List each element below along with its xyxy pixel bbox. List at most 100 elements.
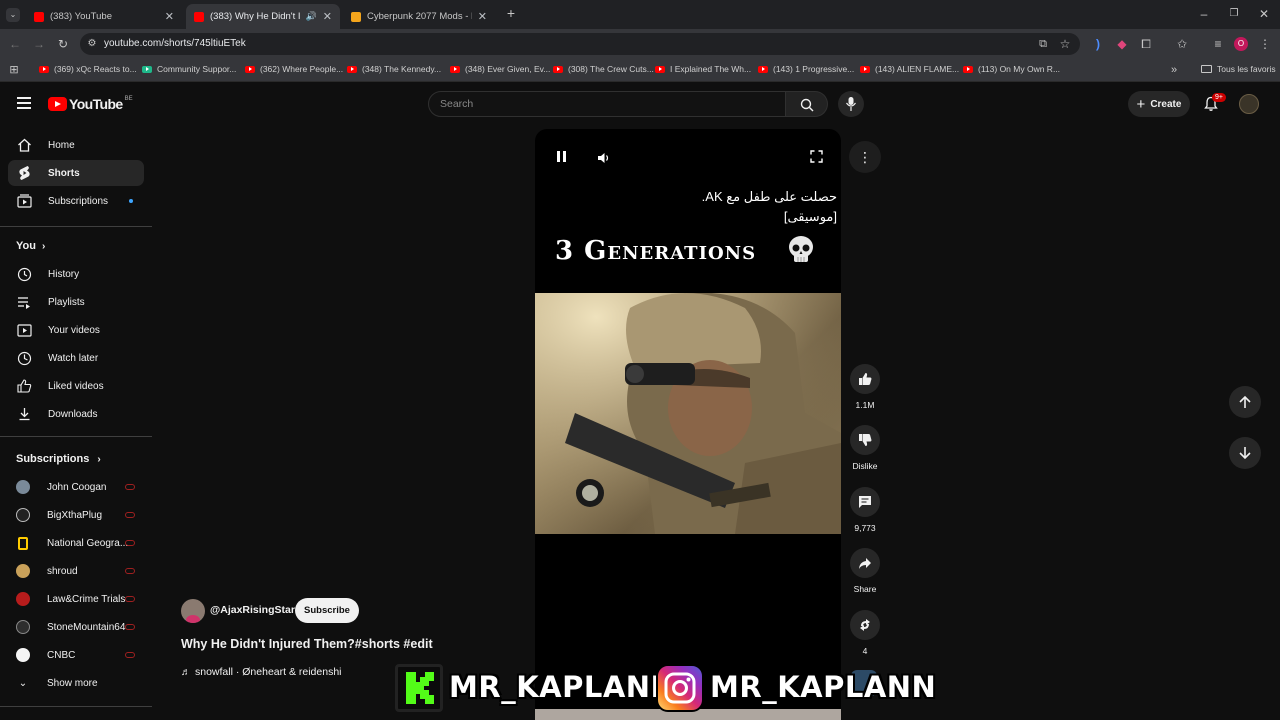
comments-button[interactable]: 9,773 <box>849 487 881 533</box>
youtube-logo[interactable]: YouTube BE <box>48 96 133 112</box>
home-icon <box>16 137 32 153</box>
url-text[interactable]: youtube.com/shorts/745ltiuETek <box>104 38 246 49</box>
bookmark-item[interactable]: (143) 1 Progressive... <box>758 64 854 74</box>
sidebar-item-downloads[interactable]: Downloads <box>8 401 144 427</box>
dislike-button[interactable]: Dislike <box>849 425 881 471</box>
thumbs-up-icon <box>850 364 880 394</box>
chevron-down-icon: ⌄ <box>18 677 28 689</box>
forward-icon[interactable]: → <box>32 38 46 50</box>
subscription-shroud[interactable]: shroud <box>16 561 78 581</box>
channel-handle[interactable]: @AjaxRisingStar <box>210 604 295 616</box>
subscriptions-section-heading[interactable]: Subscriptions › <box>16 453 101 465</box>
sidebar-item-liked-videos[interactable]: Liked videos <box>8 373 144 399</box>
tab-nexus-mods[interactable]: Cyberpunk 2077 Mods - Nexus ✕ <box>343 4 495 29</box>
close-tab-icon[interactable]: ✕ <box>165 10 174 23</box>
next-short-button[interactable] <box>1229 437 1261 469</box>
hamburger-menu-icon[interactable] <box>17 97 31 109</box>
live-icon <box>125 512 135 518</box>
site-info-icon[interactable]: ⚙ <box>86 38 98 50</box>
close-window-icon[interactable]: ✕ <box>1258 8 1270 20</box>
remix-button[interactable]: 4 <box>849 610 881 656</box>
sidebar-item-shorts[interactable]: Shorts <box>8 160 144 186</box>
close-tab-icon[interactable]: ✕ <box>323 10 332 23</box>
tab-current-short[interactable]: (383) Why He Didn't Injured 🔊 ✕ <box>186 4 340 29</box>
more-bookmarks-icon[interactable]: » <box>1168 64 1180 76</box>
minimize-icon[interactable]: – <box>1198 8 1210 20</box>
channel-name: Law&Crime Trials <box>47 593 126 605</box>
bookmark-item[interactable]: (348) The Kennedy... <box>347 64 441 74</box>
more-options-icon[interactable]: ⋮ <box>849 141 881 173</box>
channel-avatar <box>18 536 28 550</box>
you-section-heading[interactable]: You › <box>16 240 45 252</box>
kick-handle: MR_KAPLANN <box>449 670 676 704</box>
volume-icon[interactable] <box>597 151 611 163</box>
subscription-law-crime-trials[interactable]: Law&Crime Trials <box>16 589 125 609</box>
you-heading-label: You <box>16 240 36 252</box>
channel-avatar[interactable] <box>181 599 205 623</box>
share-button[interactable]: Share <box>849 548 881 594</box>
bookmark-item[interactable]: (113) On My Own R... <box>963 64 1060 74</box>
maximize-icon[interactable]: ❐ <box>1228 8 1240 20</box>
search-button[interactable] <box>786 91 828 117</box>
pause-icon[interactable] <box>557 151 567 163</box>
sidebar-item-home[interactable]: Home <box>8 132 144 158</box>
notifications-button[interactable]: 9+ <box>1203 93 1226 112</box>
sidebar-item-playlists[interactable]: Playlists <box>8 289 144 315</box>
sound-link[interactable]: ♬ snowfall · Øneheart & reidenshi <box>181 666 342 678</box>
previous-short-button[interactable] <box>1229 386 1261 418</box>
tab-youtube-home[interactable]: (383) YouTube ✕ <box>26 4 182 29</box>
reload-icon[interactable]: ↻ <box>56 38 70 50</box>
youtube-icon <box>655 65 665 73</box>
subscription-john-coogan[interactable]: John Coogan <box>16 477 107 497</box>
bookmark-item[interactable]: I Explained The Wh... <box>655 64 751 74</box>
shorts-player[interactable]: حصلت على طفل مع AK. [موسيقى] 3 Generatio… <box>535 129 841 720</box>
tab-search-icon[interactable]: ⌄ <box>6 8 20 22</box>
show-more-button[interactable]: ⌄ Show more <box>16 673 98 693</box>
subscribe-button[interactable]: Subscribe <box>295 598 359 623</box>
instagram-logo-icon <box>656 664 704 712</box>
voice-search-button[interactable] <box>838 91 864 117</box>
subscriptions-icon <box>16 193 32 209</box>
microphone-icon <box>846 97 856 111</box>
sidebar-item-watch-later[interactable]: Watch later <box>8 345 144 371</box>
extension-shield-icon[interactable]: ◆ <box>1115 38 1129 50</box>
install-app-icon[interactable]: ⧉ <box>1036 38 1050 50</box>
fullscreen-icon[interactable] <box>810 150 823 163</box>
close-tab-icon[interactable]: ✕ <box>478 10 487 23</box>
share-arrow-icon <box>850 548 880 578</box>
subscription-national-geographic[interactable]: National Geogra... <box>16 533 128 553</box>
all-bookmarks-folder[interactable]: Tous les favoris <box>1201 64 1276 74</box>
bookmark-item[interactable]: (369) xQc Reacts to... <box>39 64 137 74</box>
bookmark-item[interactable]: (143) ALIEN FLAME... <box>860 64 959 74</box>
create-button[interactable]: + Create <box>1128 91 1190 117</box>
subscription-stonemountain64[interactable]: StoneMountain64 <box>16 617 125 637</box>
sidebar-item-your-videos[interactable]: Your videos <box>8 317 144 343</box>
dislike-label: Dislike <box>852 461 878 471</box>
profile-avatar[interactable]: O <box>1234 37 1248 51</box>
bookmark-item[interactable]: (308) The Crew Cuts... <box>553 64 654 74</box>
bookmark-star-icon[interactable]: ☆ <box>1058 38 1072 50</box>
back-icon[interactable]: ← <box>8 38 22 50</box>
video-title[interactable]: Why He Didn't Injured Them?#shorts #edit <box>181 637 433 651</box>
arrow-down-icon <box>1239 447 1251 460</box>
sidebar-item-history[interactable]: History <box>8 261 144 287</box>
extensions-puzzle-icon[interactable]: ⧠ <box>1139 38 1153 50</box>
video-frame <box>535 293 841 534</box>
browser-menu-icon[interactable]: ⋮ <box>1259 38 1271 50</box>
apps-grid-icon[interactable]: ⊞ <box>8 64 20 76</box>
bookmark-item[interactable]: (362) Where People... <box>245 64 343 74</box>
bookmark-item[interactable]: Community Suppor... <box>142 64 236 74</box>
account-avatar[interactable] <box>1239 94 1259 114</box>
new-tab-icon[interactable]: + <box>504 6 518 20</box>
media-control-icon[interactable]: ≡ <box>1211 38 1225 50</box>
favorites-icon[interactable]: ✩ <box>1175 38 1189 50</box>
subscription-bigxthaplug[interactable]: BigXthaPlug <box>16 505 102 525</box>
speaker-icon[interactable]: 🔊 <box>306 11 317 22</box>
thumbs-up-icon <box>16 378 32 394</box>
search-input[interactable]: Search <box>428 91 786 117</box>
extension-wave-icon[interactable]: ) <box>1091 38 1105 50</box>
bookmark-item[interactable]: (348) Ever Given, Ev... <box>450 64 550 74</box>
like-button[interactable]: 1.1M <box>849 364 881 410</box>
subscription-cnbc[interactable]: CNBC <box>16 645 75 665</box>
sidebar-item-subscriptions[interactable]: Subscriptions <box>8 188 144 214</box>
